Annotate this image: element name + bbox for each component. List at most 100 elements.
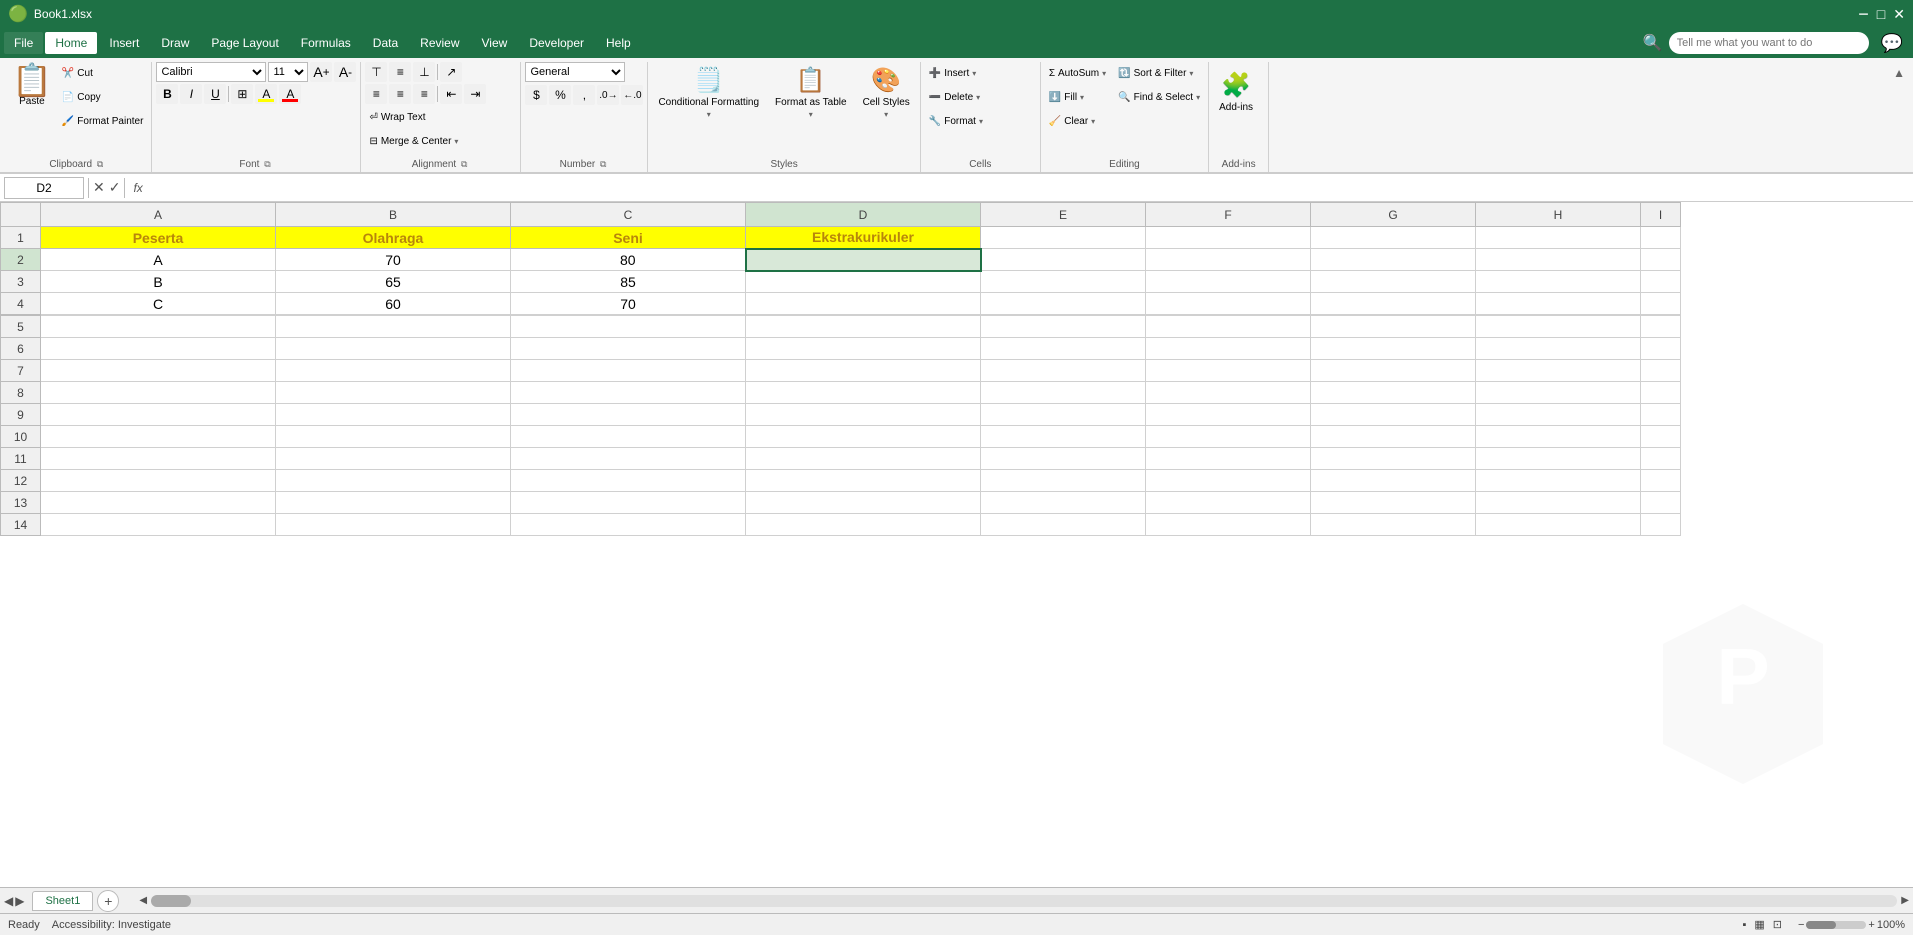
- horizontal-scrollbar[interactable]: [151, 895, 1897, 907]
- cell-row5-col3[interactable]: [746, 316, 981, 338]
- menu-draw[interactable]: Draw: [151, 32, 199, 54]
- cell-row14-col6[interactable]: [1311, 514, 1476, 536]
- cell-B4[interactable]: 60: [276, 293, 511, 315]
- col-header-F[interactable]: F: [1146, 203, 1311, 227]
- col-header-G[interactable]: G: [1311, 203, 1476, 227]
- cell-C3[interactable]: 85: [511, 271, 746, 293]
- cell-B2[interactable]: 70: [276, 249, 511, 271]
- percent-btn[interactable]: %: [549, 85, 571, 105]
- font-color-button[interactable]: A: [279, 84, 301, 104]
- cell-row8-col1[interactable]: [276, 382, 511, 404]
- cell-F4[interactable]: [1146, 293, 1311, 315]
- cell-row11-col3[interactable]: [746, 448, 981, 470]
- menu-formulas[interactable]: Formulas: [291, 32, 361, 54]
- minimize-btn[interactable]: −: [1858, 4, 1869, 25]
- delete-button[interactable]: ➖ Delete ▾: [925, 86, 984, 108]
- cell-A2[interactable]: A: [41, 249, 276, 271]
- alignment-expand-btn[interactable]: ⧉: [458, 158, 470, 170]
- cell-row11-col4[interactable]: [981, 448, 1146, 470]
- cell-styles-arrow[interactable]: ▾: [884, 110, 888, 119]
- menu-developer[interactable]: Developer: [519, 32, 594, 54]
- cell-row7-col7[interactable]: [1476, 360, 1641, 382]
- cell-D1[interactable]: Ekstrakurikuler: [746, 227, 981, 249]
- col-header-B[interactable]: B: [276, 203, 511, 227]
- menu-page-layout[interactable]: Page Layout: [201, 32, 288, 54]
- insert-arrow[interactable]: ▾: [972, 69, 976, 78]
- view-normal-btn[interactable]: ▪: [1742, 919, 1746, 931]
- cell-row6-col5[interactable]: [1146, 338, 1311, 360]
- cell-row8-col3[interactable]: [746, 382, 981, 404]
- cell-row7-col4[interactable]: [981, 360, 1146, 382]
- cell-row5-col0[interactable]: [41, 316, 276, 338]
- cell-row7-col1[interactable]: [276, 360, 511, 382]
- cell-H3[interactable]: [1476, 271, 1641, 293]
- maximize-btn[interactable]: □: [1877, 6, 1885, 22]
- cell-row12-col5[interactable]: [1146, 470, 1311, 492]
- cell-row12-col0[interactable]: [41, 470, 276, 492]
- cell-row12-col3[interactable]: [746, 470, 981, 492]
- cell-B3[interactable]: 65: [276, 271, 511, 293]
- cell-E1[interactable]: [981, 227, 1146, 249]
- cell-D2-selected[interactable]: [746, 249, 981, 271]
- col-header-D[interactable]: D: [746, 203, 981, 227]
- cell-row5-col6[interactable]: [1311, 316, 1476, 338]
- borders-button[interactable]: ⊞: [231, 84, 253, 104]
- col-header-H[interactable]: H: [1476, 203, 1641, 227]
- cell-row6-col6[interactable]: [1311, 338, 1476, 360]
- cell-row13-col4[interactable]: [981, 492, 1146, 514]
- cond-fmt-arrow[interactable]: ▾: [707, 110, 711, 119]
- find-select-button[interactable]: 🔍 Find & Select ▾: [1114, 86, 1204, 108]
- fill-button[interactable]: ⬇️ Fill ▾: [1045, 86, 1110, 108]
- cell-row13-col8[interactable]: [1641, 492, 1681, 514]
- cell-row14-col1[interactable]: [276, 514, 511, 536]
- cell-row6-col1[interactable]: [276, 338, 511, 360]
- cell-row9-col7[interactable]: [1476, 404, 1641, 426]
- menu-insert[interactable]: Insert: [99, 32, 149, 54]
- cut-button[interactable]: ✂️ Cut: [58, 62, 148, 84]
- cell-row10-col1[interactable]: [276, 426, 511, 448]
- cell-row7-col6[interactable]: [1311, 360, 1476, 382]
- cell-F3[interactable]: [1146, 271, 1311, 293]
- cell-row11-col8[interactable]: [1641, 448, 1681, 470]
- zoom-slider[interactable]: [1806, 921, 1866, 929]
- increase-decimal-btn[interactable]: .0→: [597, 85, 619, 105]
- cell-row6-col0[interactable]: [41, 338, 276, 360]
- cell-row10-col3[interactable]: [746, 426, 981, 448]
- merge-center-button[interactable]: ⊟ Merge & Center ▾: [365, 130, 485, 152]
- formula-cancel-btn[interactable]: ✕: [93, 179, 105, 196]
- cell-row7-col0[interactable]: [41, 360, 276, 382]
- align-right-btn[interactable]: ≡: [413, 84, 435, 104]
- cell-styles-button[interactable]: 🎨 Cell Styles ▾: [857, 62, 916, 122]
- ribbon-collapse-btn[interactable]: ▲: [1893, 66, 1905, 80]
- cell-row10-col7[interactable]: [1476, 426, 1641, 448]
- cell-row12-col8[interactable]: [1641, 470, 1681, 492]
- cell-row9-col0[interactable]: [41, 404, 276, 426]
- cell-H4[interactable]: [1476, 293, 1641, 315]
- cell-row14-col7[interactable]: [1476, 514, 1641, 536]
- cell-C1[interactable]: Seni: [511, 227, 746, 249]
- cell-row10-col8[interactable]: [1641, 426, 1681, 448]
- cell-row14-col3[interactable]: [746, 514, 981, 536]
- fmt-table-arrow[interactable]: ▾: [809, 110, 813, 119]
- col-header-A[interactable]: A: [41, 203, 276, 227]
- cell-G2[interactable]: [1311, 249, 1476, 271]
- font-expand-btn[interactable]: ⧉: [261, 158, 273, 170]
- cell-row5-col8[interactable]: [1641, 316, 1681, 338]
- sort-filter-button[interactable]: 🔃 Sort & Filter ▾: [1114, 62, 1204, 84]
- cell-row12-col2[interactable]: [511, 470, 746, 492]
- cell-row10-col5[interactable]: [1146, 426, 1311, 448]
- increase-font-btn[interactable]: A+: [310, 62, 332, 82]
- formula-input[interactable]: [151, 177, 1909, 199]
- find-arrow[interactable]: ▾: [1196, 93, 1200, 102]
- cell-row12-col4[interactable]: [981, 470, 1146, 492]
- search-input[interactable]: [1669, 32, 1869, 54]
- cell-row10-col4[interactable]: [981, 426, 1146, 448]
- cell-row11-col7[interactable]: [1476, 448, 1641, 470]
- zoom-minus-btn[interactable]: −: [1798, 919, 1804, 931]
- cell-row6-col2[interactable]: [511, 338, 746, 360]
- format-painter-button[interactable]: 🖌️ Format Painter: [58, 110, 148, 132]
- cell-G1[interactable]: [1311, 227, 1476, 249]
- chat-icon[interactable]: 💬: [1875, 33, 1909, 54]
- menu-help[interactable]: Help: [596, 32, 641, 54]
- format-as-table-button[interactable]: 📋 Format as Table ▾: [769, 62, 853, 122]
